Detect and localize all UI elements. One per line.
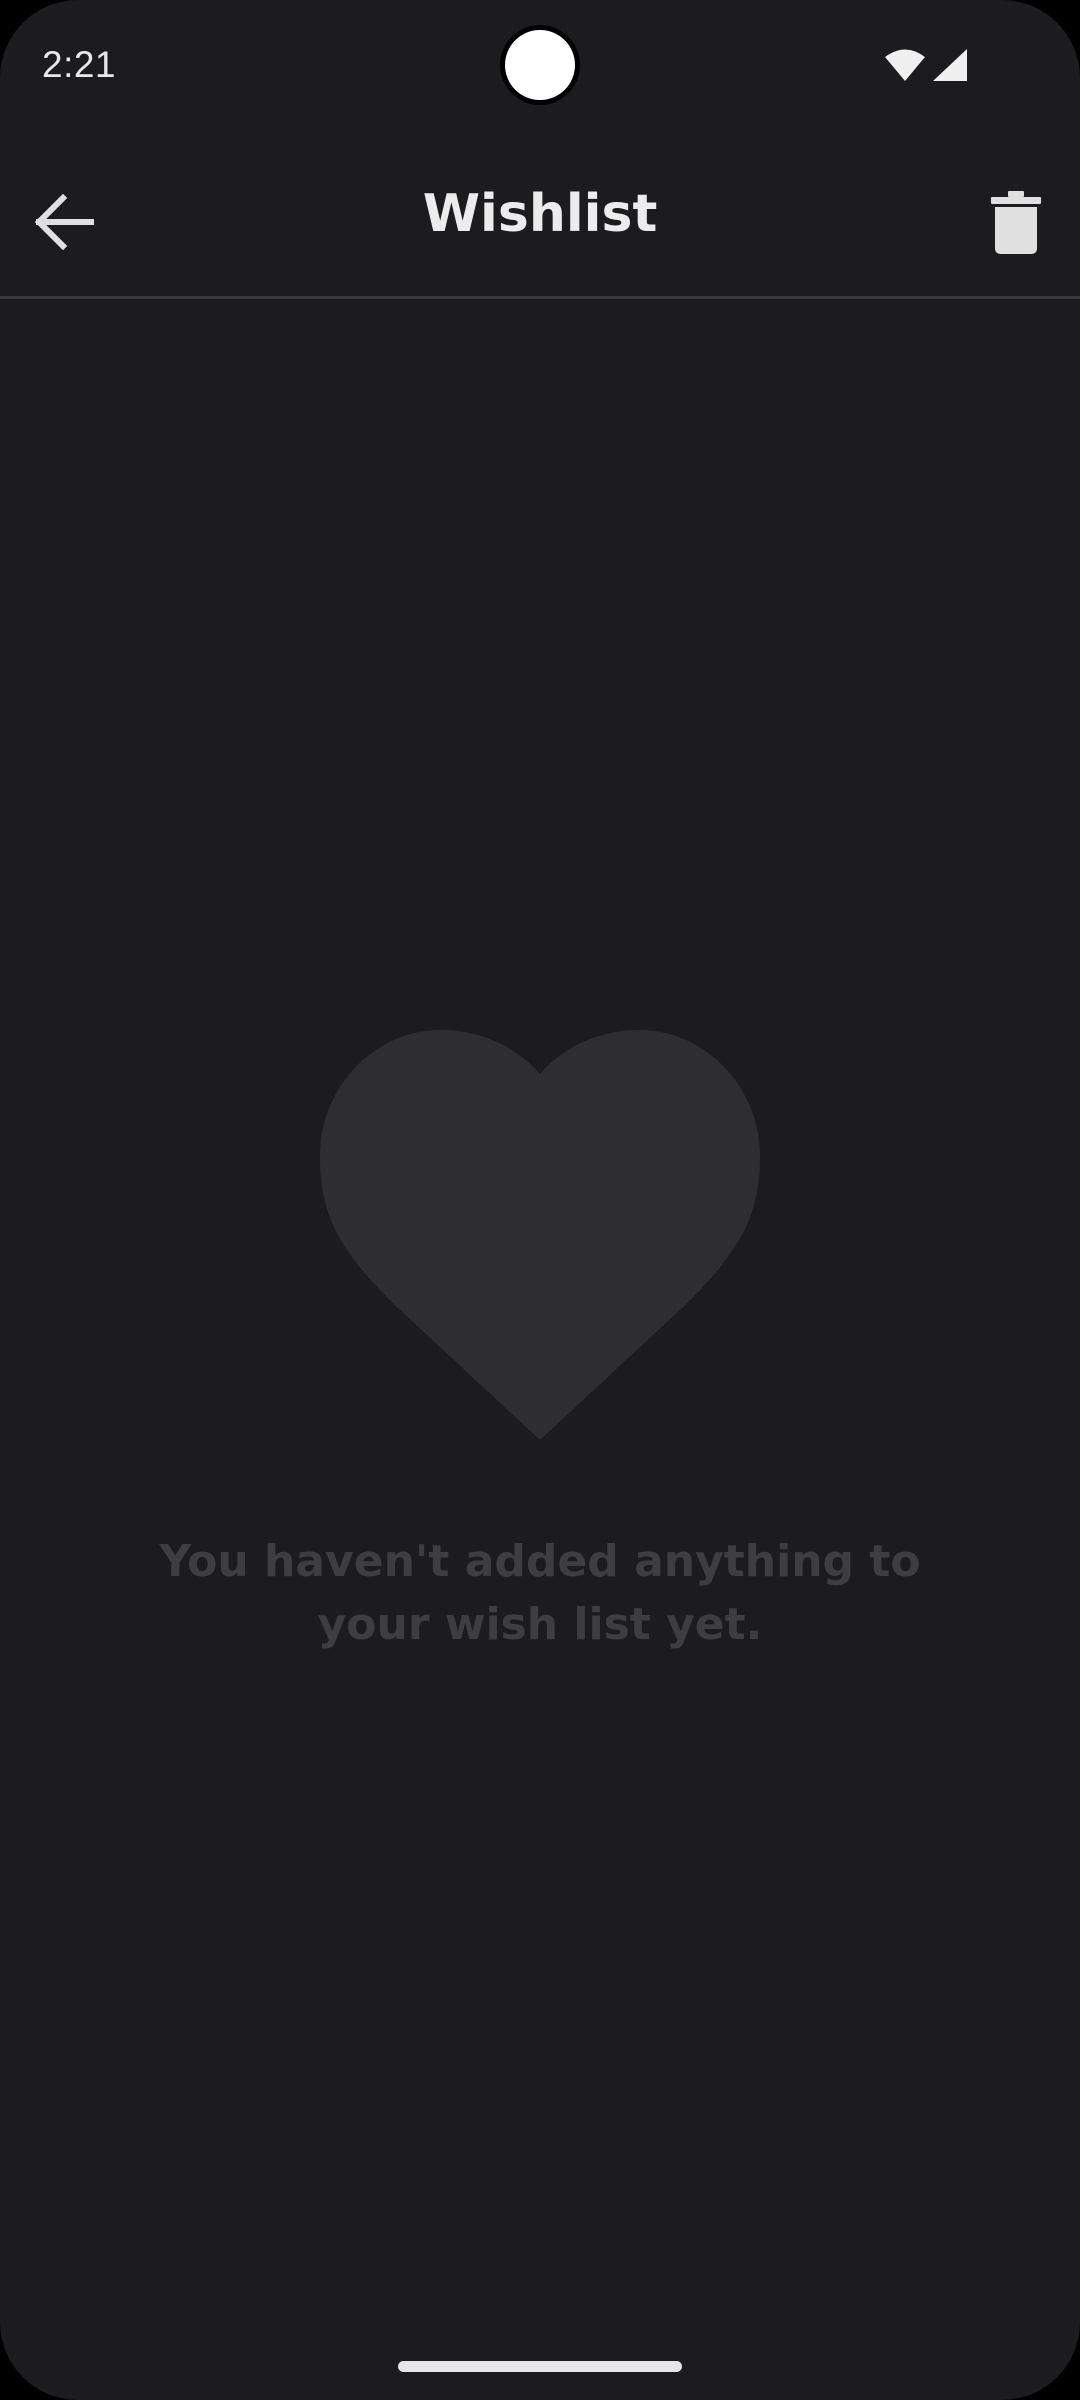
home-indicator[interactable]: [398, 2361, 682, 2372]
wifi-icon: [884, 48, 926, 82]
app-bar: Wishlist: [0, 134, 1080, 296]
app-screen: 2:21 Wishlist You haven't added anything…: [0, 0, 1080, 2400]
camera-cutout: [505, 30, 575, 100]
cell-signal-icon: [932, 48, 968, 82]
status-time: 2:21: [42, 44, 117, 85]
empty-state-message: You haven't added anything to your wish …: [159, 1536, 921, 1650]
status-bar: 2:21: [0, 0, 1080, 134]
page-title: Wishlist: [422, 184, 658, 244]
heart-icon: [320, 1030, 760, 1440]
clear-wishlist-button[interactable]: [976, 184, 1056, 264]
status-icons: [884, 48, 968, 82]
trash-icon: [991, 190, 1041, 258]
app-bar-divider: [0, 296, 1080, 299]
